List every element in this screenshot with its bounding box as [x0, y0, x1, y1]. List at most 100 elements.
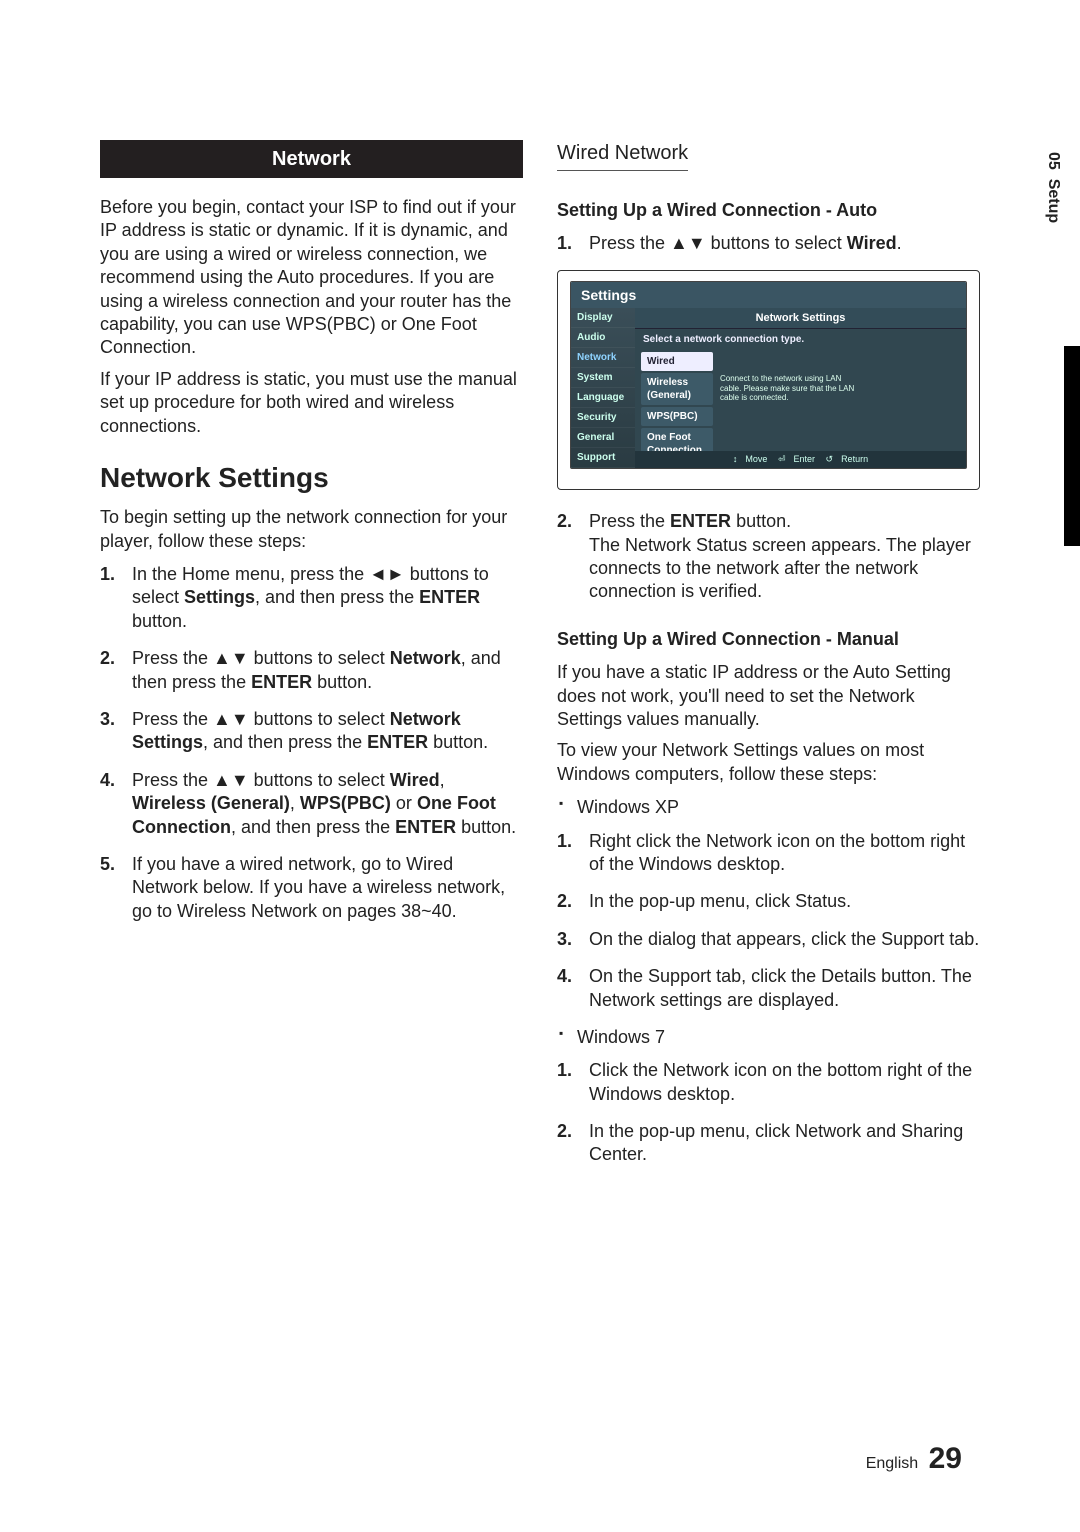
- step-3: Press the ▲▼ buttons to select Network S…: [100, 708, 523, 755]
- t: ENTER: [395, 817, 456, 837]
- right-column: Wired Network Setting Up a Wired Connect…: [557, 140, 980, 1181]
- t: button.: [312, 672, 372, 692]
- menu-network: Network: [571, 348, 635, 368]
- t: .: [897, 233, 902, 253]
- left-column: Network Before you begin, contact your I…: [100, 140, 523, 1181]
- t: ENTER: [367, 732, 428, 752]
- pane-title: Network Settings: [635, 308, 966, 329]
- settings-right-pane: Network Settings Select a network connec…: [635, 308, 966, 468]
- foot-move-icon: ↕: [733, 454, 738, 464]
- menu-security: Security: [571, 408, 635, 428]
- t: WPS(PBC): [300, 793, 391, 813]
- step-1: In the Home menu, press the ◄► buttons t…: [100, 563, 523, 633]
- t: Wired: [847, 233, 897, 253]
- t: Press the ▲▼ buttons to select: [132, 709, 390, 729]
- pane-hint: Connect to the network using LAN cable. …: [720, 374, 860, 403]
- side-chapter-label: 05 Setup: [1044, 146, 1070, 223]
- t: Press the ▲▼ buttons to select: [132, 648, 390, 668]
- manual-heading: Setting Up a Wired Connection - Manual: [557, 628, 980, 651]
- settings-window: Settings Display Audio Network System La…: [570, 281, 967, 469]
- wired-network-heading: Wired Network: [557, 140, 688, 171]
- xp-step-1: Right click the Network icon on the bott…: [557, 830, 980, 877]
- menu-support: Support: [571, 448, 635, 468]
- t: Press the: [589, 511, 670, 531]
- network-settings-heading: Network Settings: [100, 460, 523, 496]
- pane-footer: ↕ Move ⏎ Enter ↺ Return: [635, 451, 966, 469]
- foot-return: Return: [841, 454, 868, 464]
- t: , and then press the: [231, 817, 395, 837]
- manual-para-1: If you have a static IP address or the A…: [557, 661, 980, 731]
- side-chapter: 05: [1045, 152, 1062, 170]
- t: The Network Status screen appears. The p…: [589, 535, 971, 602]
- t: Network: [390, 648, 461, 668]
- menu-audio: Audio: [571, 328, 635, 348]
- settings-side-menu: Display Audio Network System Language Se…: [571, 308, 635, 468]
- win7-bullet: Windows 7: [557, 1026, 980, 1049]
- win7-label: Windows 7: [557, 1026, 980, 1049]
- auto-step-2: Press the ENTER button. The Network Stat…: [557, 510, 980, 604]
- t: Wired: [390, 770, 440, 790]
- footer-lang: English: [866, 1455, 918, 1472]
- t: Press the ▲▼ buttons to select: [132, 770, 390, 790]
- pane-subtitle: Select a network connection type.: [635, 329, 966, 350]
- step-2: Press the ▲▼ buttons to select Network, …: [100, 647, 523, 694]
- left-para-3: To begin setting up the network connecti…: [100, 506, 523, 553]
- t: Settings: [184, 587, 255, 607]
- menu-system: System: [571, 368, 635, 388]
- w7-step-2: In the pop-up menu, click Network and Sh…: [557, 1120, 980, 1167]
- foot-enter-icon: ⏎: [778, 454, 786, 464]
- side-tab: 05 Setup: [1044, 146, 1080, 566]
- auto-heading: Setting Up a Wired Connection - Auto: [557, 199, 980, 222]
- opt-wired: Wired: [641, 352, 713, 371]
- winxp-bullet: Windows XP: [557, 796, 980, 819]
- xp-step-3: On the dialog that appears, click the Su…: [557, 928, 980, 951]
- t: ENTER: [419, 587, 480, 607]
- win7-steps: Click the Network icon on the bottom rig…: [557, 1059, 980, 1167]
- left-para-1: Before you begin, contact your ISP to fi…: [100, 196, 523, 360]
- left-para-2: If your IP address is static, you must u…: [100, 368, 523, 438]
- t: button.: [132, 611, 187, 631]
- winxp-steps: Right click the Network icon on the bott…: [557, 830, 980, 1167]
- menu-general: General: [571, 428, 635, 448]
- t: Wireless (General): [132, 793, 290, 813]
- side-black-tab: [1064, 346, 1080, 546]
- foot-enter: Enter: [793, 454, 815, 464]
- t: , and then press the: [255, 587, 419, 607]
- settings-titlebar: Settings: [571, 282, 966, 308]
- w7-step-1: Click the Network icon on the bottom rig…: [557, 1059, 980, 1106]
- content-columns: Network Before you begin, contact your I…: [100, 140, 980, 1181]
- t: , and then press the: [203, 732, 367, 752]
- t: button.: [456, 817, 516, 837]
- setup-steps-list: In the Home menu, press the ◄► buttons t…: [100, 563, 523, 923]
- t: ,: [290, 793, 300, 813]
- xp-step-4: On the Support tab, click the Details bu…: [557, 965, 980, 1012]
- t: ,: [440, 770, 445, 790]
- auto-steps-list-2: Press the ENTER button. The Network Stat…: [557, 510, 980, 604]
- opt-wpspbc: WPS(PBC): [641, 407, 713, 426]
- step-4: Press the ▲▼ buttons to select Wired, Wi…: [100, 769, 523, 839]
- xp-step-2: In the pop-up menu, click Status.: [557, 890, 980, 913]
- settings-screenshot: Settings Display Audio Network System La…: [557, 270, 980, 490]
- auto-step-1: Press the ▲▼ buttons to select Wired.: [557, 232, 980, 255]
- menu-language: Language: [571, 388, 635, 408]
- menu-display: Display: [571, 308, 635, 328]
- foot-return-icon: ↺: [826, 454, 834, 464]
- manual-para-2: To view your Network Settings values on …: [557, 739, 980, 786]
- t: Press the ▲▼ buttons to select: [589, 233, 847, 253]
- winxp-label: Windows XP: [557, 796, 980, 819]
- opt-wireless: Wireless (General): [641, 373, 713, 405]
- page-footer: English 29: [866, 1442, 962, 1476]
- page: 05 Setup Network Before you begin, conta…: [0, 0, 1080, 1532]
- step-5: If you have a wired network, go to Wired…: [100, 853, 523, 923]
- side-title: Setup: [1045, 179, 1062, 223]
- t: or: [391, 793, 417, 813]
- t: button.: [731, 511, 791, 531]
- network-band: Network: [100, 140, 523, 178]
- foot-move: Move: [745, 454, 767, 464]
- t: ENTER: [670, 511, 731, 531]
- footer-pagenum: 29: [929, 1442, 962, 1475]
- t: button.: [428, 732, 488, 752]
- settings-body: Display Audio Network System Language Se…: [571, 308, 966, 468]
- auto-steps-list-1: Press the ▲▼ buttons to select Wired.: [557, 232, 980, 255]
- t: ENTER: [251, 672, 312, 692]
